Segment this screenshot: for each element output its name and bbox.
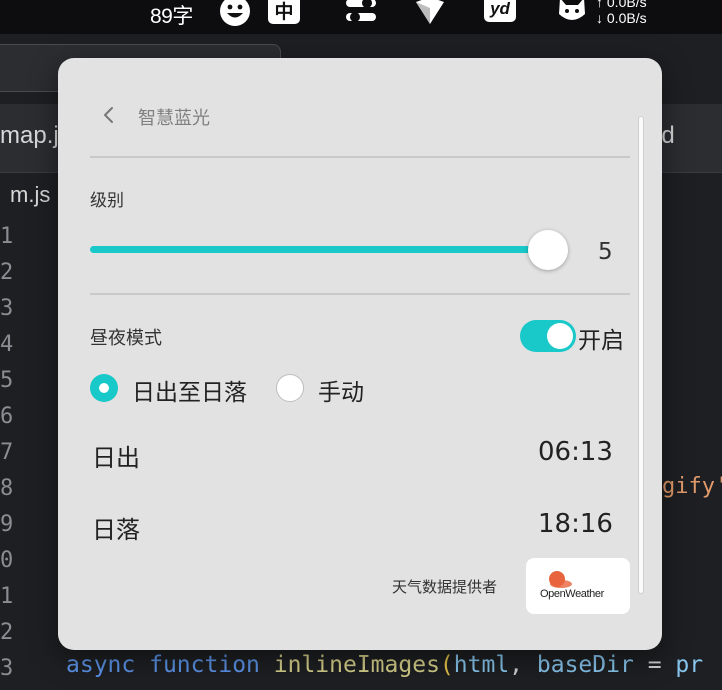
smart-blue-light-panel: 智慧蓝光 级别 5 昼夜模式 开启 日出至日落 手动 日出 06:13 日落 1… <box>58 58 662 650</box>
code-paren: ( <box>439 652 454 678</box>
panel-title: 智慧蓝光 <box>138 108 210 129</box>
sunrise-label: 日出 <box>92 444 140 472</box>
sunset-label: 日落 <box>92 516 140 544</box>
line-number: 5 <box>0 368 14 393</box>
line-number: 6 <box>0 404 14 429</box>
line-number: 2 <box>0 260 14 285</box>
level-value: 5 <box>598 239 613 265</box>
sunset-time[interactable]: 18:16 <box>538 509 613 539</box>
openweather-logo[interactable]: OpenWeather <box>526 558 630 614</box>
code-line: async function inlineImages(html, baseDi… <box>66 652 703 678</box>
youdao-icon[interactable]: yd <box>484 0 516 22</box>
radio-sunrise-to-sunset[interactable] <box>90 374 118 402</box>
cat-icon[interactable] <box>556 0 588 26</box>
character-count[interactable]: 89字 <box>150 0 193 30</box>
code-param: html <box>453 652 510 678</box>
openweather-logo-text: OpenWeather <box>540 588 604 600</box>
openweather-sun-icon <box>549 571 572 588</box>
line-number: 4 <box>0 332 14 357</box>
line-number: 8 <box>0 476 14 501</box>
weather-provider-label: 天气数据提供者 <box>392 578 498 596</box>
scrollbar[interactable] <box>638 116 644 594</box>
level-label: 级别 <box>90 191 124 211</box>
input-method-icon[interactable]: 中 <box>268 0 300 24</box>
code-rest: pr <box>675 652 704 678</box>
line-number: 9 <box>0 512 14 537</box>
file-tab[interactable]: m.js <box>10 182 50 208</box>
menu-bar: 89字 中 yd ↑ 0.0B/s ↓ 0.0B/s <box>0 0 722 34</box>
radio-label-sunrise-to-sunset[interactable]: 日出至日落 <box>132 373 247 407</box>
radio-label-manual[interactable]: 手动 <box>318 373 364 407</box>
sunrise-time[interactable]: 06:13 <box>538 437 613 467</box>
code-comma: , <box>509 652 524 678</box>
paper-plane-icon[interactable] <box>414 0 446 26</box>
chevron-left-icon <box>104 107 113 123</box>
code-fragment: gify' <box>662 474 722 499</box>
code-keyword: function <box>149 652 260 678</box>
day-night-toggle[interactable] <box>520 320 576 352</box>
line-number: 1 <box>0 224 14 249</box>
line-number: 0 <box>0 548 14 573</box>
network-speed[interactable]: ↑ 0.0B/s ↓ 0.0B/s <box>596 0 647 26</box>
level-slider-thumb[interactable] <box>528 230 568 270</box>
code-param: baseDir <box>536 652 634 678</box>
divider <box>90 156 630 158</box>
code-function-name: inlineImages <box>273 652 440 678</box>
toggle-knob <box>547 323 573 349</box>
day-night-mode-label: 昼夜模式 <box>90 328 162 349</box>
radio-manual[interactable] <box>276 374 304 402</box>
line-number: 3 <box>0 656 14 681</box>
upload-speed: ↑ 0.0B/s <box>596 0 647 10</box>
smiley-icon[interactable] <box>218 0 252 26</box>
line-number: 3 <box>0 296 14 321</box>
line-number: 1 <box>0 584 14 609</box>
editor-tab-left[interactable]: map.j <box>0 122 59 150</box>
back-button[interactable] <box>96 102 122 128</box>
download-speed: ↓ 0.0B/s <box>596 10 647 26</box>
code-operator: = <box>647 652 662 678</box>
switch-icon[interactable] <box>344 0 378 26</box>
code-keyword: async <box>66 652 136 678</box>
toggle-state-text: 开启 <box>578 328 624 354</box>
line-number: 2 <box>0 620 14 645</box>
line-number: 7 <box>0 440 14 465</box>
divider <box>90 293 630 295</box>
level-slider-track[interactable] <box>90 246 564 253</box>
